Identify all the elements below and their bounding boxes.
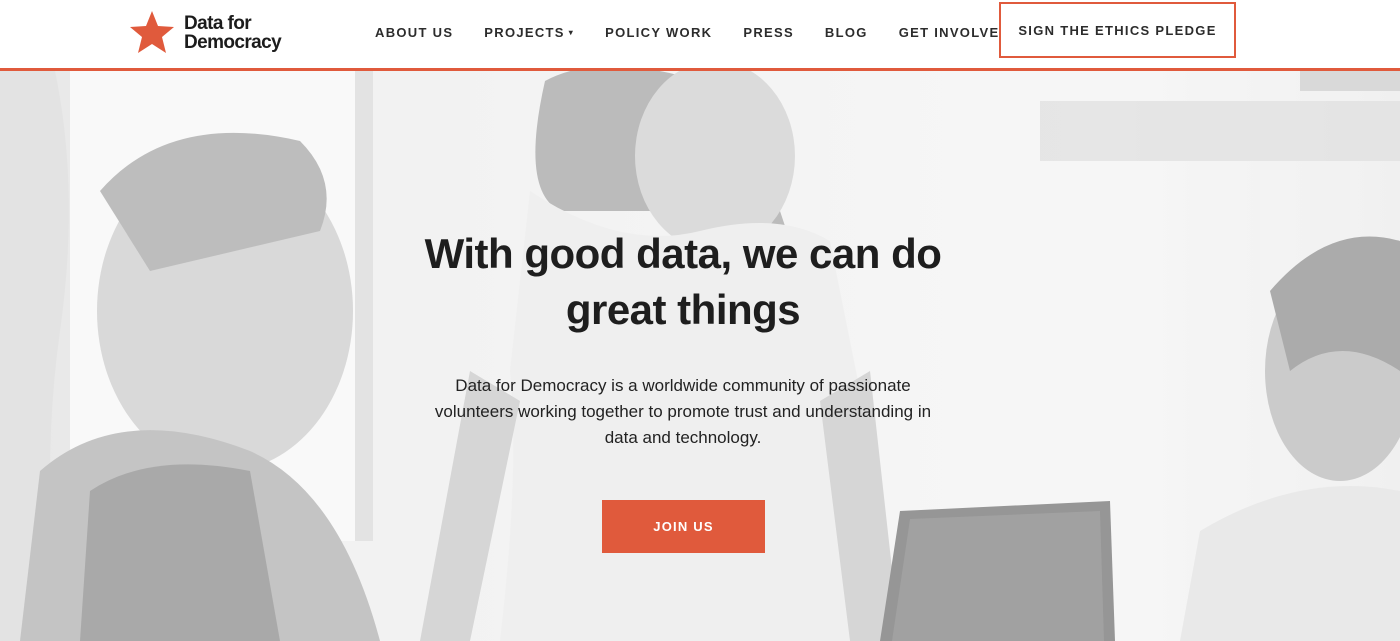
nav-label: ABOUT US [375, 24, 454, 40]
sign-ethics-pledge-button[interactable]: SIGN THE ETHICS PLEDGE [999, 2, 1236, 58]
nav-label: GET INVOLVED [898, 24, 1011, 40]
nav-item-blog[interactable]: BLOG [825, 25, 868, 40]
join-us-button[interactable]: JOIN US [602, 500, 765, 553]
nav-label: PRESS [743, 24, 794, 40]
nav-item-press[interactable]: PRESS [743, 25, 794, 40]
logo-line-1: Data for [184, 13, 252, 34]
nav-item-about-us[interactable]: ABOUT US [375, 25, 453, 40]
logo-text: Data for Democracy [184, 13, 282, 53]
logo-line-2: Democracy [184, 32, 282, 53]
nav-label: PROJECTS [484, 24, 565, 40]
logo[interactable]: Data for Democracy [128, 9, 282, 57]
hero-section: With good data, we can do great things D… [0, 71, 1400, 641]
nav-label: POLICY WORK [605, 24, 713, 40]
main-nav: ABOUT US PROJECTS ▾ POLICY WORK PRESS BL… [375, 0, 1050, 64]
nav-item-projects[interactable]: PROJECTS ▾ [484, 25, 574, 40]
nav-label: BLOG [824, 24, 868, 40]
hero-description: Data for Democracy is a worldwide commun… [434, 376, 932, 447]
hero-title: With good data, we can do great things [424, 230, 942, 333]
site-header: Data for Democracy ABOUT US PROJECTS ▾ P… [0, 0, 1400, 71]
star-icon [130, 11, 174, 53]
caret-down-icon: ▾ [568, 27, 575, 37]
hero-background-photo [0, 71, 1400, 641]
nav-item-policy-work[interactable]: POLICY WORK [605, 25, 712, 40]
